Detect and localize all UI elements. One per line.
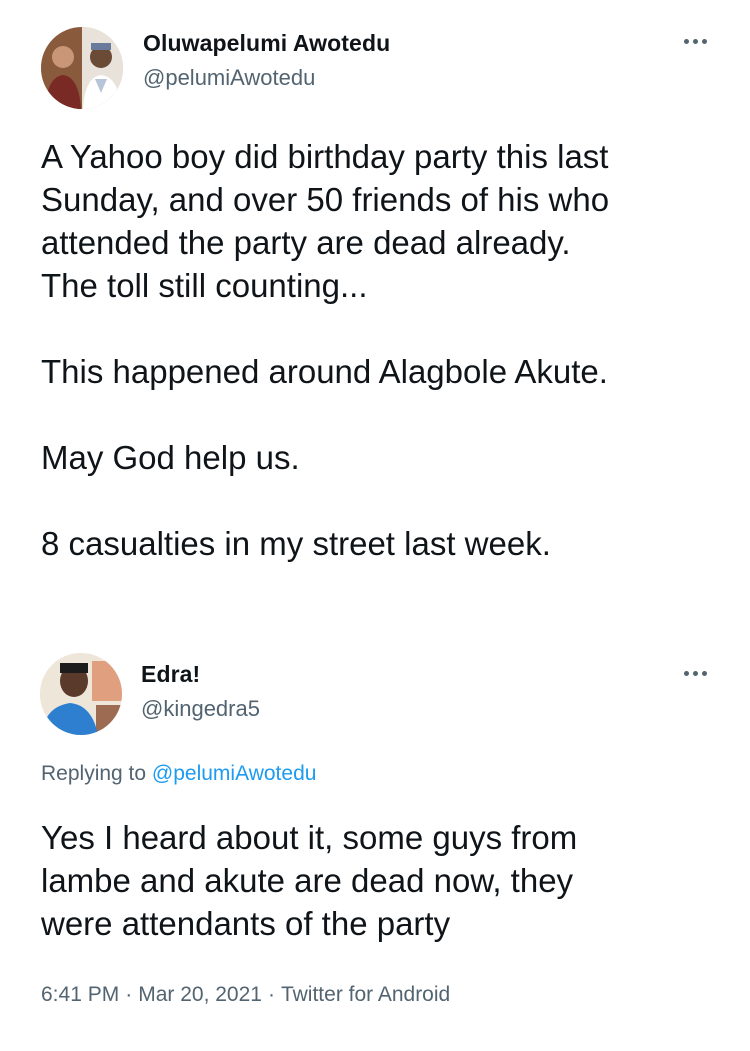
tweet-text-line: A Yahoo boy did birthday party this last xyxy=(41,138,609,175)
tweet-date[interactable]: Mar 20, 2021 xyxy=(138,983,262,1006)
tweet-text-line: This happened around Alagbole Akute. xyxy=(41,353,608,390)
separator-dot: · xyxy=(125,983,133,1006)
avatar[interactable] xyxy=(41,27,123,109)
replying-to-handle-link[interactable]: @pelumiAwotedu xyxy=(152,762,317,785)
avatar[interactable] xyxy=(40,653,122,735)
tweet-text: A Yahoo boy did birthday party this last… xyxy=(41,135,609,565)
tweet-client[interactable]: Twitter for Android xyxy=(281,983,450,1006)
tweet-text-line: were attendants of the party xyxy=(41,905,451,942)
display-name[interactable]: Edra! xyxy=(141,661,200,688)
tweet-text-line: The toll still counting... xyxy=(41,267,368,304)
tweet-metadata: 6:41 PM · Mar 20, 2021 · Twitter for Android xyxy=(41,983,450,1007)
tweet-reply: Edra! @kingedra5 Replying to @pelumiAwot… xyxy=(0,645,750,1051)
more-horizontal-icon[interactable] xyxy=(682,36,712,48)
user-handle[interactable]: @kingedra5 xyxy=(141,696,260,722)
tweet-time[interactable]: 6:41 PM xyxy=(41,983,119,1006)
tweet-text: Yes I heard about it, some guys from lam… xyxy=(41,816,577,945)
tweet-text-line: attended the party are dead already. xyxy=(41,224,571,261)
more-horizontal-icon[interactable] xyxy=(682,668,712,680)
tweet-text-line: May God help us. xyxy=(41,439,300,476)
separator-dot: · xyxy=(267,983,275,1006)
tweet-text-line: Sunday, and over 50 friends of his who xyxy=(41,181,610,218)
replying-to: Replying to @pelumiAwotedu xyxy=(41,762,316,786)
user-handle[interactable]: @pelumiAwotedu xyxy=(143,65,315,91)
display-name[interactable]: Oluwapelumi Awotedu xyxy=(143,30,390,57)
profile-photo-icon xyxy=(40,653,122,735)
tweet-original: Oluwapelumi Awotedu @pelumiAwotedu A Yah… xyxy=(0,0,750,625)
tweet-text-line: 8 casualties in my street last week. xyxy=(41,525,551,562)
tweet-text-line: lambe and akute are dead now, they xyxy=(41,862,574,899)
replying-to-label: Replying to xyxy=(41,762,147,785)
profile-photo-icon xyxy=(41,27,123,109)
tweet-text-line: Yes I heard about it, some guys from xyxy=(41,819,578,856)
